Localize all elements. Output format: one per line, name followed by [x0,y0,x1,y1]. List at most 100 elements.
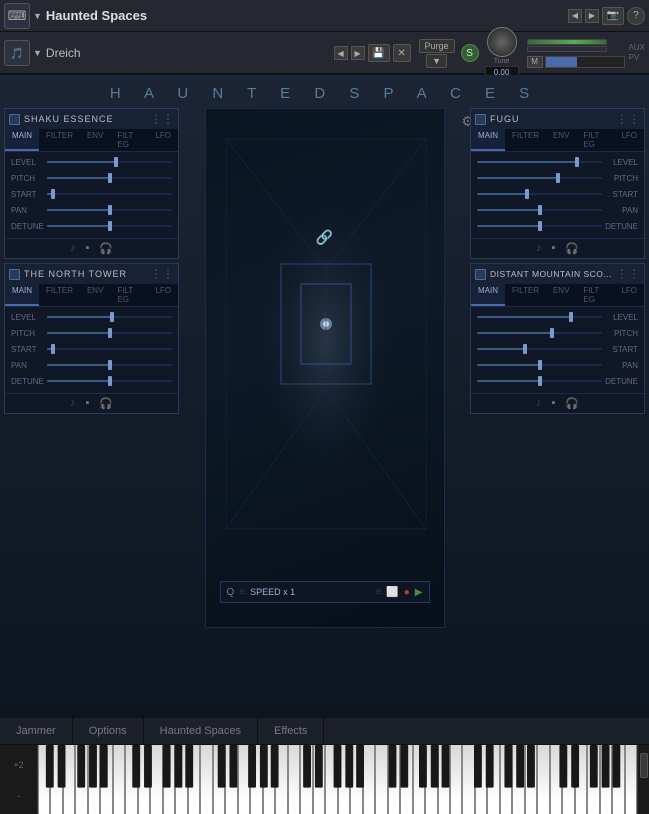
white-key[interactable] [350,745,362,814]
help-btn[interactable]: ? [627,7,645,25]
headphone-icon-3[interactable]: 🎧 [565,242,579,255]
white-key[interactable] [163,745,175,814]
dropdown-arrow-2[interactable]: ▼ [33,48,42,58]
tab-options[interactable]: Options [73,718,144,744]
panel1-checkbox[interactable] [9,114,20,125]
white-key[interactable] [550,745,562,814]
slider-start-2[interactable] [47,348,172,350]
white-key[interactable] [175,745,187,814]
tab-filter-4[interactable]: FILTER [505,284,546,306]
white-key[interactable] [138,745,150,814]
grid-icon-3[interactable]: ▪ [551,242,555,255]
white-key[interactable] [300,745,312,814]
link-icon[interactable]: 🔗 [316,229,333,246]
save-btn[interactable]: 💾 [368,44,390,62]
instrument-icon-2[interactable]: 🎵 [4,40,30,66]
white-key[interactable] [263,745,275,814]
nav-prev-btn[interactable]: ◀ [568,9,582,23]
headphone-icon-4[interactable]: 🎧 [565,397,579,410]
purge-btn[interactable]: Purge [419,39,455,53]
white-key[interactable] [288,745,300,814]
note-icon-3[interactable]: ♪ [536,242,542,255]
white-key[interactable] [600,745,612,814]
transport-q[interactable]: Q [227,587,235,598]
volume-bar[interactable] [527,39,607,45]
white-key[interactable] [75,745,87,814]
tab-filter-1[interactable]: FILTER [39,129,80,151]
panel3-checkbox[interactable] [475,114,486,125]
tab-jammer[interactable]: Jammer [0,718,73,744]
white-key[interactable] [363,745,375,814]
tab-filteg-3[interactable]: FILT EG [576,129,614,151]
panel2-checkbox[interactable] [9,269,20,280]
arrow-right[interactable] [545,56,625,68]
white-key[interactable] [200,745,212,814]
nav-prev-btn-2[interactable]: ◀ [334,46,348,60]
grid-icon-4[interactable]: ▪ [551,397,555,410]
tab-lfo-4[interactable]: LFO [614,284,644,306]
transport-play[interactable]: ▶ [415,587,423,598]
slider-start-1[interactable] [47,193,172,195]
white-key[interactable] [450,745,462,814]
tab-env-1[interactable]: ENV [80,129,110,151]
tab-filteg-4[interactable]: FILT EG [576,284,614,306]
tab-filteg-1[interactable]: FILT EG [110,129,148,151]
white-key[interactable] [125,745,137,814]
tab-main-1[interactable]: MAIN [5,129,39,151]
instrument-icon-1[interactable]: ⌨ [4,3,30,29]
grid-icon-1[interactable]: ▪ [85,242,89,255]
note-icon-1[interactable]: ♪ [70,242,76,255]
tab-lfo-3[interactable]: LFO [614,129,644,151]
tab-lfo-1[interactable]: LFO [148,129,178,151]
slider-detune-4[interactable] [477,380,602,382]
white-key[interactable] [562,745,574,814]
panel3-menu[interactable]: ⋮⋮ [616,112,640,126]
slider-detune-1[interactable] [47,225,172,227]
slider-pan-1[interactable] [47,209,172,211]
tab-filter-3[interactable]: FILTER [505,129,546,151]
white-key[interactable] [50,745,62,814]
white-key[interactable] [238,745,250,814]
purge-dropdown[interactable]: ▼ [426,54,447,68]
white-key[interactable] [275,745,287,814]
tab-env-3[interactable]: ENV [546,129,576,151]
white-key[interactable] [113,745,125,814]
slider-pitch-1[interactable] [47,177,172,179]
white-key[interactable] [612,745,624,814]
delete-btn[interactable]: ✕ [393,44,411,62]
slider-detune-3[interactable] [477,225,602,227]
m-button[interactable]: M [527,56,543,68]
white-key[interactable] [38,745,50,814]
tab-main-2[interactable]: MAIN [5,284,39,306]
slider-level-3[interactable] [477,161,602,163]
white-key[interactable] [413,745,425,814]
white-key[interactable] [388,745,400,814]
white-key[interactable] [475,745,487,814]
white-key[interactable] [462,745,474,814]
white-key[interactable] [338,745,350,814]
slider-level-1[interactable] [47,161,172,163]
slider-level-4[interactable] [477,316,602,318]
white-key[interactable] [150,745,162,814]
slider-pan-4[interactable] [477,364,602,366]
white-key[interactable] [575,745,587,814]
tab-env-4[interactable]: ENV [546,284,576,306]
panel1-menu[interactable]: ⋮⋮ [150,112,174,126]
white-key[interactable] [100,745,112,814]
white-key[interactable] [63,745,75,814]
slider-start-4[interactable] [477,348,602,350]
headphone-icon-2[interactable]: 🎧 [99,397,113,410]
note-icon-2[interactable]: ♪ [70,397,76,410]
slider-detune-2[interactable] [47,380,172,382]
white-key[interactable] [537,745,549,814]
tune-knob[interactable] [487,27,517,57]
white-key[interactable] [250,745,262,814]
tab-filter-2[interactable]: FILTER [39,284,80,306]
white-key[interactable] [587,745,599,814]
slider-pitch-4[interactable] [477,332,602,334]
white-key[interactable] [88,745,100,814]
tab-main-4[interactable]: MAIN [471,284,505,306]
grid-icon-2[interactable]: ▪ [85,397,89,410]
slider-pan-2[interactable] [47,364,172,366]
white-key[interactable] [313,745,325,814]
